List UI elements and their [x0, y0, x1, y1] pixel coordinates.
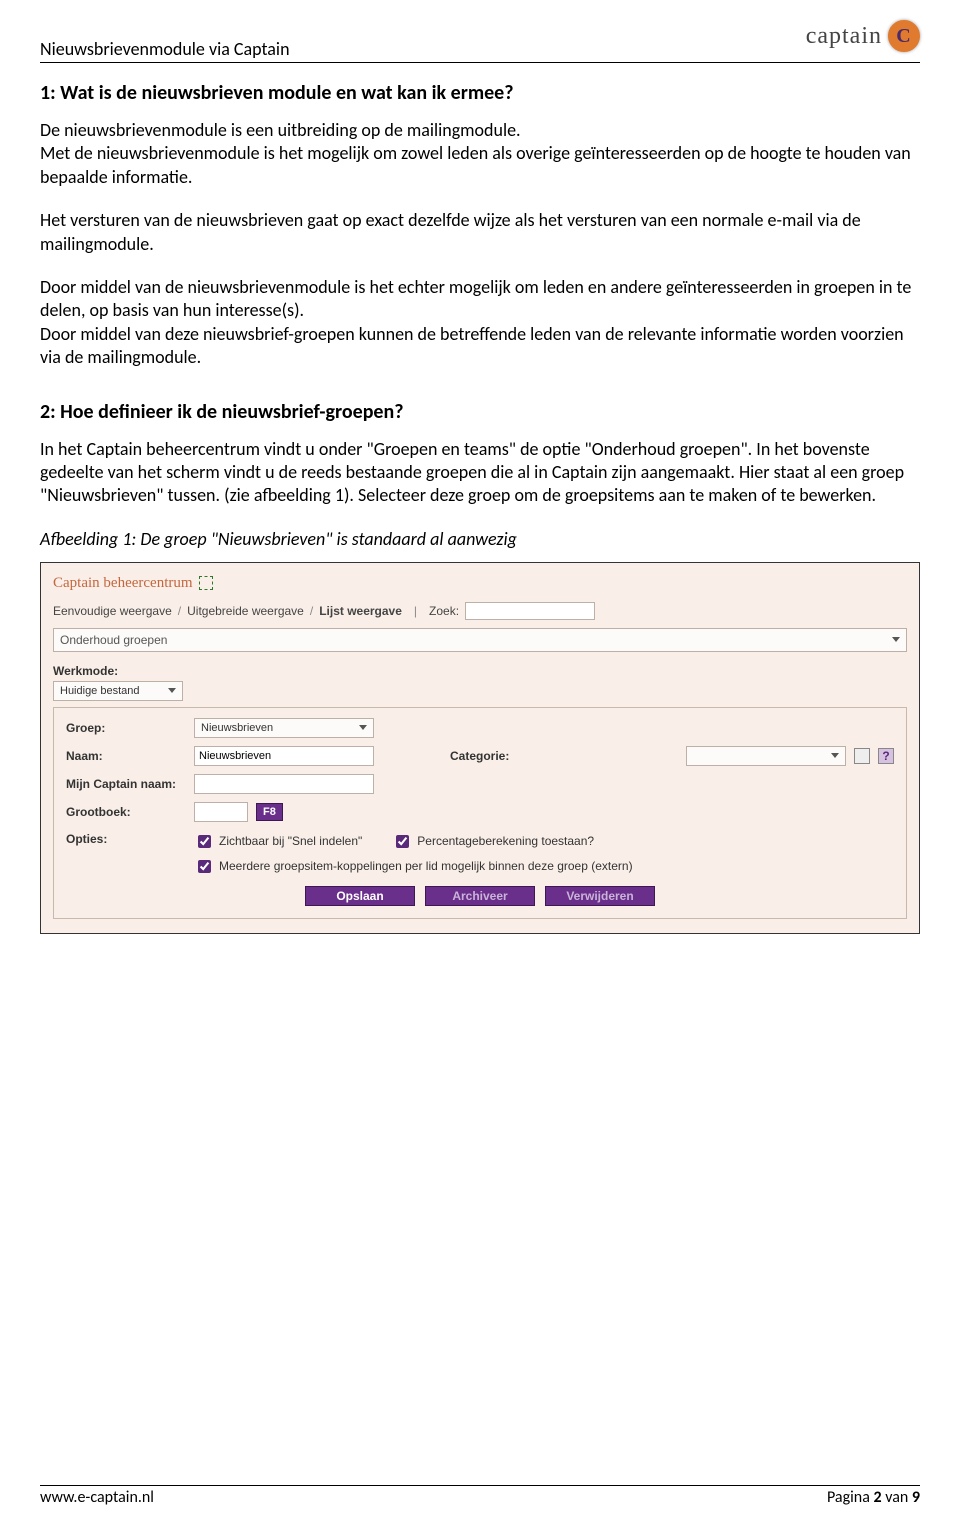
help-icon[interactable]: ? [878, 748, 894, 764]
opt-meerdere-checkbox[interactable] [198, 860, 211, 873]
chevron-down-icon [359, 725, 367, 730]
view-mode-bar: Eenvoudige weergave / Uitgebreide weerga… [53, 602, 907, 620]
group-label: Groep: [66, 721, 186, 735]
category-select[interactable] [686, 746, 846, 766]
search-input[interactable] [465, 602, 595, 620]
category-label: Categorie: [450, 749, 509, 763]
grootboek-input[interactable] [194, 802, 248, 822]
captain-logo: captain C [806, 20, 920, 52]
section-1-p1: De nieuwsbrievenmodule is een uitbreidin… [40, 119, 920, 142]
page-footer: www.e-captain.nl Pagina 2 van 9 [40, 1485, 920, 1507]
opt-meerdere[interactable]: Meerdere groepsitem-koppelingen per lid … [194, 857, 633, 876]
view-extended-link[interactable]: Uitgebreide weergave [187, 604, 304, 618]
section-1-p3: Het versturen van de nieuwsbrieven gaat … [40, 209, 920, 256]
chevron-down-icon [168, 688, 176, 693]
action-button-row: Opslaan Archiveer Verwijderen [66, 886, 894, 906]
opt-percentage[interactable]: Percentageberekening toestaan? [392, 832, 594, 851]
footer-url: www.e-captain.nl [40, 1488, 154, 1507]
workmode-select[interactable]: Huidige bestand [53, 681, 183, 701]
ui-title: Captain beheercentrum [53, 575, 907, 592]
workmode-label: Werkmode: [53, 664, 907, 678]
name-input[interactable] [194, 746, 374, 766]
group-select[interactable]: Nieuwsbrieven [194, 718, 374, 738]
workmode-value: Huidige bestand [60, 685, 140, 697]
document-title: Nieuwsbrievenmodule via Captain [40, 20, 290, 60]
mijn-captain-input[interactable] [194, 774, 374, 794]
ui-title-text: Captain beheercentrum [53, 575, 193, 592]
view-simple-link[interactable]: Eenvoudige weergave [53, 604, 172, 618]
grootboek-label: Grootboek: [66, 805, 186, 819]
mijn-captain-label: Mijn Captain naam: [66, 777, 186, 791]
name-label: Naam: [66, 749, 186, 763]
logo-circle-icon: C [888, 20, 920, 52]
captain-ui-screenshot: Captain beheercentrum Eenvoudige weergav… [40, 562, 920, 934]
opties-label: Opties: [66, 832, 186, 846]
search-label: Zoek: [429, 604, 459, 618]
figure-1-caption: Afbeelding 1: De groep "Nieuwsbrieven" i… [40, 528, 920, 550]
section-1-p4: Door middel van de nieuwsbrievenmodule i… [40, 276, 920, 323]
footer-page: Pagina 2 van 9 [827, 1488, 920, 1507]
edit-icon[interactable] [854, 748, 870, 764]
group-value: Nieuwsbrieven [201, 722, 273, 734]
section-1-heading: 1: Wat is de nieuwsbrieven module en wat… [40, 81, 920, 105]
f8-button[interactable]: F8 [256, 803, 283, 821]
page-select-value: Onderhoud groepen [60, 633, 167, 647]
chevron-down-icon [831, 753, 839, 758]
section-1-p5: Door middel van deze nieuwsbrief-groepen… [40, 323, 920, 370]
view-list-link[interactable]: Lijst weergave [319, 604, 402, 618]
refresh-icon[interactable] [199, 576, 213, 590]
delete-button[interactable]: Verwijderen [545, 886, 655, 906]
chevron-down-icon [892, 637, 900, 642]
opt-zichtbaar[interactable]: Zichtbaar bij "Snel indelen" [194, 832, 362, 851]
section-2-heading: 2: Hoe definieer ik de nieuwsbrief-groep… [40, 400, 920, 424]
section-2-p1: In het Captain beheercentrum vindt u ond… [40, 438, 920, 508]
page-select[interactable]: Onderhoud groepen [53, 628, 907, 652]
opt-zichtbaar-checkbox[interactable] [198, 835, 211, 848]
archive-button[interactable]: Archiveer [425, 886, 535, 906]
opt-percentage-checkbox[interactable] [396, 835, 409, 848]
group-edit-panel: Groep: Nieuwsbrieven Naam: Categorie: [53, 707, 907, 919]
page-header: Nieuwsbrievenmodule via Captain captain … [40, 20, 920, 63]
logo-text: captain [806, 23, 882, 50]
section-1-p2: Met de nieuwsbrievenmodule is het mogeli… [40, 142, 920, 189]
save-button[interactable]: Opslaan [305, 886, 415, 906]
